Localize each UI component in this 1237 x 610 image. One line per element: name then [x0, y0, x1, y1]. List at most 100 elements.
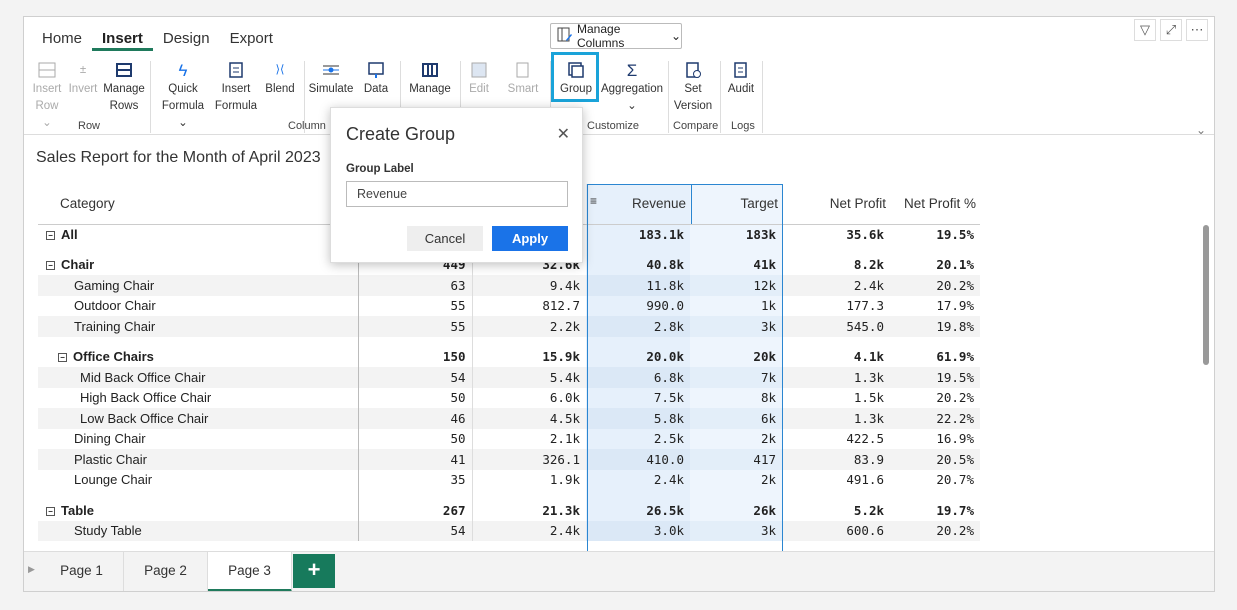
collapse-ribbon-icon[interactable]: ⌄ — [1196, 123, 1206, 137]
table-row[interactable]: Low Back Office Chair 46 4.5k 5.8k 6k 1.3k 22.… — [38, 408, 980, 429]
header-category[interactable]: Category — [38, 184, 358, 225]
insert-formula-icon — [212, 59, 260, 81]
smart-analysis-button[interactable]: Smart — [500, 59, 546, 98]
invert-label: Invert — [68, 83, 98, 95]
category-label: Study Table — [74, 523, 142, 539]
tab-export[interactable]: Export — [220, 29, 283, 51]
value-cell: 2k — [690, 469, 782, 490]
manage-columns-dropdown[interactable]: Manage Columns ⌄ — [550, 22, 682, 50]
table-row[interactable]: Training Chair 55 2.2k 2.8k 3k 545.0 19.8% — [38, 316, 980, 337]
table-row[interactable]: High Back Office Chair 50 6.0k 7.5k 8k 1.5k 20… — [38, 387, 980, 408]
header-net-profit[interactable]: Net Profit — [782, 184, 890, 225]
column-menu-icon[interactable]: ≡ — [590, 194, 597, 208]
aggregation-button[interactable]: Σ Aggregation ⌄ — [600, 59, 664, 115]
add-page-button[interactable]: + — [293, 554, 335, 588]
lightning-icon: ϟ — [178, 60, 188, 80]
vertical-scrollbar[interactable] — [1203, 225, 1209, 365]
table-row[interactable]: Dining Chair 50 2.1k 2.5k 2k 422.5 16.9% — [38, 428, 980, 449]
value-cell: 6k — [690, 408, 782, 429]
group-label-input[interactable] — [346, 181, 568, 207]
collapse-toggle-icon[interactable]: − — [46, 231, 55, 241]
value-cell: 19.8% — [890, 316, 980, 337]
value-cell: 8k — [690, 387, 782, 408]
value-cell: 1.5k — [853, 390, 884, 406]
collapse-toggle-icon[interactable]: − — [46, 506, 55, 516]
value-cell: 11.8k — [586, 275, 690, 296]
table-row[interactable]: Gaming Chair 63 9.4k 11.8k 12k 2.4k 20.2% — [38, 275, 980, 296]
value-cell: 183k — [690, 224, 782, 245]
filter-icon[interactable]: ▽ — [1134, 19, 1156, 41]
data-input-button[interactable]: Data — [358, 59, 394, 98]
insert-row-button[interactable]: Insert Row ⌄ — [30, 59, 64, 132]
value-cell: 8.2k — [853, 257, 884, 273]
tab-insert[interactable]: Insert — [92, 29, 153, 51]
tab-design[interactable]: Design — [153, 29, 220, 51]
value-cell: 545.0 — [782, 316, 890, 337]
category-cell: Dining Chair — [38, 428, 359, 449]
expand-icon[interactable]: ⤢ — [1160, 19, 1182, 41]
blend-button[interactable]: ⟩⟨ Blend — [262, 59, 298, 98]
manage-columns-button[interactable]: Manage — [404, 59, 456, 98]
manage-rows-sub: Rows — [109, 100, 139, 112]
ribbon-separator — [762, 61, 763, 133]
table-row[interactable]: Plastic Chair 41 326.1 410.0 417 83.9 20.5% — [38, 449, 980, 470]
category-label: Dining Chair — [74, 431, 146, 447]
category-cell: Lounge Chair — [38, 469, 359, 490]
tab-home[interactable]: Home — [32, 29, 92, 51]
scroll-left-icon[interactable]: ▶ — [28, 564, 35, 575]
logs-group-label: Logs — [731, 120, 755, 132]
quick-formula-button[interactable]: ϟ Quick Formula ⌄ — [156, 59, 210, 132]
value-cell: 35.6k — [846, 227, 884, 242]
close-icon[interactable]: ✕ — [557, 124, 570, 144]
category-cell: − Chair — [38, 254, 359, 275]
edit-cells-icon — [464, 59, 494, 81]
header-revenue[interactable]: ≡ Revenue — [586, 184, 690, 225]
value-cell: 55 — [358, 295, 473, 316]
value-cell: 20.5% — [890, 449, 980, 470]
category-cell: Low Back Office Chair — [38, 408, 359, 429]
simulate-button[interactable]: Simulate — [306, 59, 356, 98]
table-row[interactable]: Lounge Chair 35 1.9k 2.4k 2k 491.6 20.7% — [38, 469, 980, 490]
manage-columns-ribbon-icon — [404, 59, 456, 81]
table-row[interactable]: Mid Back Office Chair 54 5.4k 6.8k 7k 1.3k 19.… — [38, 367, 980, 388]
category-label: Training Chair — [74, 318, 156, 334]
value-cell: 2k — [690, 428, 782, 449]
value-cell: 20.2% — [890, 520, 980, 541]
category-label: Mid Back Office Chair — [80, 369, 206, 385]
insert-formula-button[interactable]: Insert Formula — [212, 59, 260, 115]
cancel-button[interactable]: Cancel — [407, 226, 483, 251]
page-tab-3[interactable]: Page 3 — [208, 552, 292, 591]
blend-icon: ⟩⟨ — [275, 63, 285, 76]
category-label: Lounge Chair — [74, 472, 153, 488]
category-cell: − Table — [38, 500, 359, 521]
column-group-label: Column — [288, 120, 326, 132]
collapse-toggle-icon[interactable]: − — [46, 261, 55, 271]
page-tab-2[interactable]: Page 2 — [124, 552, 208, 591]
header-net-profit-pct[interactable]: Net Profit % — [890, 184, 980, 225]
value-cell: 7k — [690, 367, 782, 388]
header-target[interactable]: Target — [690, 184, 782, 225]
value-cell: 2.1k — [549, 431, 580, 447]
table-row[interactable]: Outdoor Chair 55 812.7 990.0 1k 177.3 17.9% — [38, 295, 980, 316]
audit-button[interactable]: Audit — [724, 59, 758, 98]
value-cell: 5.8k — [586, 408, 690, 429]
collapse-toggle-icon[interactable]: − — [58, 353, 67, 363]
edit-cells-button[interactable]: Edit — [464, 59, 494, 98]
apply-button[interactable]: Apply — [492, 226, 568, 251]
table-row[interactable]: Study Table 54 2.4k 3.0k 3k 600.6 20.2% — [38, 520, 980, 541]
group-row[interactable]: − Office Chairs 150 15.9k 20.0k 20k 4.1k 61.9% — [38, 346, 980, 367]
set-version-button[interactable]: Set Version — [672, 59, 714, 115]
more-icon[interactable]: ⋯ — [1186, 19, 1208, 41]
manage-rows-button[interactable]: Manage Rows — [102, 59, 146, 115]
page-tab-1[interactable]: Page 1 — [40, 552, 124, 591]
invert-button[interactable]: ± Invert — [66, 59, 100, 98]
value-cell: 20.1% — [936, 257, 974, 273]
category-label: Gaming Chair — [74, 277, 155, 293]
value-cell: 19.5% — [936, 227, 974, 242]
value-cell: 83.9 — [782, 449, 890, 470]
chevron-down-icon: ⌄ — [670, 29, 681, 43]
group-row[interactable]: − Table 267 21.3k 26.5k 26k 5.2k 19.7% — [38, 500, 980, 521]
value-cell: 63 — [358, 275, 473, 296]
value-cell: 267 — [358, 500, 473, 521]
create-group-dialog: Create Group ✕ Group Label Cancel Apply — [330, 107, 583, 263]
